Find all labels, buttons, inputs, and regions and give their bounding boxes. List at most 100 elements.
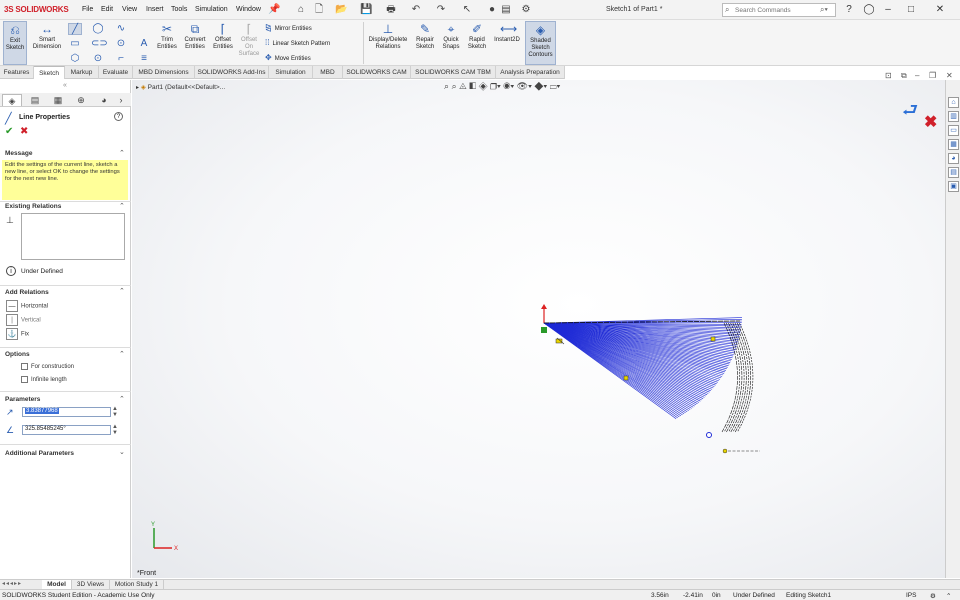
- slot-tool-icon[interactable]: ⊂⊃: [91, 38, 108, 50]
- chevron-down-icon[interactable]: ⌄: [119, 448, 125, 456]
- tab-markup[interactable]: Markup: [65, 66, 99, 79]
- search-box[interactable]: ⌕ ⌕▾: [722, 3, 836, 17]
- length-field[interactable]: 3.83877968: [22, 407, 111, 417]
- zoom-area-icon[interactable]: ⌕: [452, 81, 457, 91]
- rapid-sketch-button[interactable]: ✐ Rapid Sketch: [465, 21, 489, 65]
- offset-entities-button[interactable]: ⌈ Offset Entities: [210, 21, 236, 65]
- angle-field[interactable]: 325.85485245°: [22, 425, 111, 435]
- trim-entities-button[interactable]: ✂ Trim Entities: [154, 21, 180, 65]
- sketch-line-fan[interactable]: [543, 317, 743, 420]
- tab-nav-arrows-icon[interactable]: ◂◂◂▸▸: [2, 580, 22, 587]
- relation-fix[interactable]: ⚓ Fix: [6, 328, 29, 340]
- section-view-icon[interactable]: ◧: [469, 81, 476, 91]
- doc-minimize-icon[interactable]: –: [915, 71, 919, 80]
- cancel-x-icon[interactable]: ✖: [20, 126, 28, 137]
- spline-tool-icon[interactable]: ∿: [114, 23, 128, 35]
- open-icon[interactable]: 📂: [335, 4, 347, 16]
- shaded-sketch-contours-button[interactable]: ◈ Shaded Sketch Contours: [525, 21, 556, 65]
- dynamic-annotation-icon[interactable]: ◈: [479, 81, 488, 91]
- message-header[interactable]: Message: [5, 150, 32, 157]
- options-header[interactable]: Options: [5, 351, 30, 358]
- menu-edit[interactable]: Edit: [101, 6, 113, 13]
- length-spin-icon[interactable]: ▲ ▼: [112, 406, 118, 418]
- search-input[interactable]: [735, 5, 819, 16]
- configuration-manager-tab-icon[interactable]: ▦: [48, 94, 68, 106]
- appearances-icon[interactable]: ◕: [948, 153, 959, 164]
- tab-evaluate[interactable]: Evaluate: [99, 66, 133, 79]
- print-icon[interactable]: 🖶: [385, 4, 397, 16]
- circle-tool-icon[interactable]: ◯: [91, 23, 105, 35]
- existing-relations-list[interactable]: [21, 213, 125, 260]
- existing-relations-header[interactable]: Existing Relations: [5, 203, 61, 210]
- tab-sketch[interactable]: Sketch: [34, 66, 65, 79]
- hide-show-icon[interactable]: 👁▾: [517, 81, 532, 91]
- for-construction-checkbox[interactable]: For construction: [21, 363, 74, 370]
- feature-tree-root[interactable]: ▸ ◈ Part1 (Default<<Default>...: [136, 83, 225, 91]
- convert-entities-button[interactable]: ⧉ Convert Entities: [181, 21, 209, 65]
- view-orientation-icon[interactable]: ❒▾: [490, 81, 501, 91]
- menu-tools[interactable]: Tools: [171, 6, 187, 13]
- menu-view[interactable]: View: [122, 6, 137, 13]
- edit-appearance-icon[interactable]: ◆▾: [534, 81, 547, 91]
- menu-file[interactable]: File: [82, 6, 93, 13]
- undo-icon[interactable]: ↶: [410, 4, 422, 16]
- more-tabs-icon[interactable]: ›: [114, 94, 128, 106]
- quick-snaps-button[interactable]: ⌖ Quick Snaps: [440, 21, 462, 65]
- sketch-canvas[interactable]: Y X: [132, 80, 945, 578]
- new-document-icon[interactable]: 🗋: [313, 4, 325, 16]
- add-relations-header[interactable]: Add Relations: [5, 289, 49, 296]
- chevron-up-icon[interactable]: ⌃: [119, 287, 125, 295]
- exit-sketch-button[interactable]: ⎌ Exit Sketch: [3, 21, 27, 65]
- move-entities-button[interactable]: ✥ Move Entities: [265, 53, 311, 62]
- confirmation-corner-exit-icon[interactable]: ⮐: [902, 98, 918, 128]
- home-icon[interactable]: ⌂: [295, 4, 307, 16]
- user-icon[interactable]: ◯: [862, 3, 876, 17]
- help-icon[interactable]: ?: [114, 112, 123, 121]
- help-icon[interactable]: ?: [842, 3, 856, 17]
- confirmation-corner-cancel-icon[interactable]: ✖: [924, 112, 937, 132]
- tab-features[interactable]: Features: [0, 66, 34, 79]
- rebuild-icon[interactable]: ●: [486, 4, 498, 16]
- rectangle-tool-icon[interactable]: ▭: [68, 38, 82, 50]
- status-options-icon[interactable]: ⚙: [930, 592, 936, 600]
- infinite-length-checkbox[interactable]: Infinite length: [21, 376, 67, 383]
- linear-sketch-pattern-button[interactable]: ⁞⁞ Linear Sketch Pattern: [265, 38, 330, 47]
- plane-tool-icon[interactable]: ≡: [137, 53, 151, 65]
- tab-simulation[interactable]: Simulation: [269, 66, 313, 79]
- ok-check-icon[interactable]: ✔: [5, 126, 13, 137]
- units-selector[interactable]: IPS: [906, 592, 916, 599]
- tab-analysis-preparation[interactable]: Analysis Preparation: [496, 66, 565, 79]
- doc-restore-icon[interactable]: ❐: [929, 71, 936, 80]
- menu-window[interactable]: Window: [236, 6, 261, 13]
- fillet-tool-icon[interactable]: ⌐: [114, 53, 128, 65]
- display-delete-relations-button[interactable]: ⊥ Display/Delete Relations: [366, 21, 410, 65]
- view-settings-icon[interactable]: ▭▾: [550, 81, 561, 91]
- restore-view-icon[interactable]: ⊡: [885, 71, 892, 80]
- collapse-handle-icon[interactable]: «: [63, 82, 67, 89]
- feature-manager-tab-icon[interactable]: ◈: [2, 94, 22, 106]
- relation-vertical[interactable]: | Vertical: [6, 314, 41, 326]
- line-endpoint[interactable]: [706, 432, 712, 438]
- text-tool-icon[interactable]: A: [137, 38, 151, 50]
- point-tool-icon[interactable]: ⊙: [91, 53, 105, 65]
- chevron-up-icon[interactable]: ⌃: [119, 395, 125, 403]
- angle-spin-icon[interactable]: ▲ ▼: [112, 424, 118, 436]
- ellipse-tool-icon[interactable]: ⊙: [114, 38, 128, 50]
- status-chevron-icon[interactable]: ⌃: [946, 592, 951, 600]
- zoom-to-fit-icon[interactable]: ⌕: [444, 81, 449, 91]
- chevron-up-icon[interactable]: ⌃: [119, 149, 125, 157]
- offset-on-surface-button[interactable]: ⌈ Offset On Surface: [237, 21, 261, 65]
- menu-simulation[interactable]: Simulation: [195, 6, 228, 13]
- save-icon[interactable]: 💾: [360, 4, 372, 16]
- repair-sketch-button[interactable]: ✎ Repair Sketch: [413, 21, 437, 65]
- expand-arrow-icon[interactable]: ▸: [136, 85, 139, 91]
- maximize-icon[interactable]: □: [904, 3, 918, 17]
- parameters-header[interactable]: Parameters: [5, 396, 40, 403]
- instant2d-button[interactable]: ⟷ Instant2D: [491, 21, 523, 65]
- solidworks-logo[interactable]: 3S SOLIDWORKS: [4, 5, 69, 14]
- tab-solidworks-cam[interactable]: SOLIDWORKS CAM: [343, 66, 411, 79]
- mirror-entities-button[interactable]: ⧎ Mirror Entities: [265, 23, 312, 32]
- design-library-icon[interactable]: ▥: [948, 111, 959, 122]
- tab-solidworks-add-ins[interactable]: SOLIDWORKS Add-Ins: [195, 66, 269, 79]
- smart-dimension-button[interactable]: ↔ Smart Dimension: [30, 21, 64, 65]
